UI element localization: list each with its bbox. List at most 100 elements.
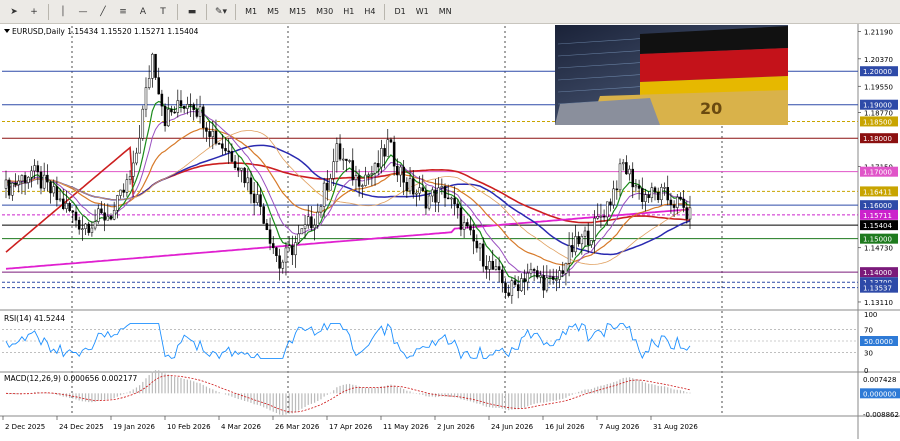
candle-body — [373, 163, 377, 174]
candle-body — [211, 130, 215, 137]
text-label-icon[interactable]: T — [153, 3, 173, 21]
candle-body — [571, 245, 574, 253]
candle-body — [596, 216, 599, 219]
candle-body — [383, 148, 386, 157]
candle-body — [548, 276, 552, 279]
candle-body — [453, 197, 456, 205]
candle-body — [338, 143, 342, 160]
text-icon[interactable]: A — [133, 3, 153, 21]
candle-body — [660, 187, 663, 201]
candle-body — [310, 216, 313, 229]
timeframe-w1[interactable]: W1 — [411, 7, 434, 16]
price-tick-label: 1.19550 — [864, 83, 893, 91]
date-label: 2 Dec 2025 — [5, 423, 45, 431]
rsi-axis-label: 100 — [864, 311, 877, 319]
candle-body — [523, 278, 526, 283]
timeframe-h4[interactable]: H4 — [359, 7, 380, 16]
candle-body — [319, 206, 323, 213]
candle-body — [55, 186, 59, 201]
chart-window[interactable]: 20 1.211901.203701.195501.187701.171501.… — [0, 24, 900, 439]
candle-body — [462, 222, 466, 230]
candle-body — [656, 192, 660, 201]
candle-body — [46, 174, 49, 183]
candle-body — [217, 143, 221, 145]
rectangle-icon[interactable]: ▬ — [182, 3, 202, 21]
candle-body — [367, 174, 370, 177]
candle-body — [558, 270, 561, 280]
shapes-icon[interactable]: ✎▾ — [211, 3, 231, 21]
candle-body — [418, 187, 421, 194]
price-chart[interactable]: 20 1.211901.203701.195501.187701.171501.… — [0, 24, 900, 439]
vertical-line-icon[interactable]: │ — [53, 3, 73, 21]
timeframe-d1[interactable]: D1 — [389, 7, 410, 16]
candle-body — [520, 278, 523, 291]
date-label: 24 Dec 2025 — [59, 423, 104, 431]
rsi-axis-label: 50.0000 — [864, 338, 893, 346]
candle-body — [567, 245, 571, 264]
candle-body — [74, 211, 78, 221]
candle-body — [192, 104, 195, 110]
candle-body — [221, 143, 224, 149]
candle-body — [291, 245, 294, 256]
candle-body — [236, 167, 240, 171]
candle-body — [132, 162, 135, 177]
candle-body — [262, 206, 265, 224]
timeframe-m15[interactable]: M15 — [284, 7, 311, 16]
candle-body — [478, 243, 482, 249]
candle-body — [586, 230, 590, 246]
candle-body — [227, 150, 230, 153]
price-tick-label: 1.13110 — [864, 299, 893, 307]
level-price-text: 1.15711 — [863, 212, 892, 220]
candle-body — [402, 166, 405, 183]
candle-body — [58, 198, 62, 201]
candle-body — [682, 198, 685, 208]
candle-body — [434, 189, 437, 203]
candle-body — [574, 236, 577, 253]
candle-body — [329, 178, 332, 191]
candle-body — [577, 236, 580, 245]
price-tick-label: 1.21190 — [864, 28, 893, 36]
candle-body — [281, 261, 285, 269]
candle-body — [326, 182, 329, 191]
candle-body — [641, 188, 644, 202]
timeframe-mn[interactable]: MN — [434, 7, 457, 16]
candle-body — [189, 104, 192, 106]
candle-body — [609, 201, 612, 206]
candle-body — [485, 265, 488, 270]
candle-body — [256, 194, 259, 203]
timeframe-h1[interactable]: H1 — [338, 7, 359, 16]
candle-body — [81, 228, 84, 230]
cursor-icon[interactable]: ➤ — [4, 3, 24, 21]
candle-body — [268, 229, 272, 244]
rsi-axis-label: 70 — [864, 326, 873, 334]
candle-body — [491, 260, 495, 270]
macd-label: MACD(12,26,9) 0.000656 0.002177 — [4, 374, 138, 383]
candle-body — [71, 210, 75, 213]
candle-body — [141, 108, 145, 139]
candle-body — [147, 78, 151, 88]
date-label: 17 Apr 2026 — [329, 423, 373, 431]
candle-body — [590, 240, 593, 246]
macd-axis-label: 0.000000 — [863, 390, 896, 398]
candle-body — [112, 210, 116, 220]
candle-body — [593, 217, 596, 241]
candle-body — [198, 106, 202, 117]
candle-body — [109, 215, 113, 220]
candle-body — [564, 262, 568, 274]
toolbar-separator — [177, 3, 178, 20]
horizontal-line-icon[interactable]: — — [73, 3, 93, 21]
candle-body — [14, 182, 17, 185]
rsi-axis-label: 0 — [864, 367, 868, 375]
candle-body — [526, 272, 529, 283]
timeframe-m1[interactable]: M1 — [240, 7, 262, 16]
candle-body — [472, 229, 475, 242]
timeframe-m5[interactable]: M5 — [262, 7, 284, 16]
candle-body — [507, 292, 510, 296]
candle-body — [653, 187, 657, 193]
candle-body — [233, 161, 237, 169]
fibonacci-icon[interactable]: ≡ — [113, 3, 133, 21]
crosshair-icon[interactable]: + — [24, 3, 44, 21]
trendline-icon[interactable]: ╱ — [93, 3, 113, 21]
candle-body — [399, 166, 402, 176]
timeframe-m30[interactable]: M30 — [311, 7, 338, 16]
